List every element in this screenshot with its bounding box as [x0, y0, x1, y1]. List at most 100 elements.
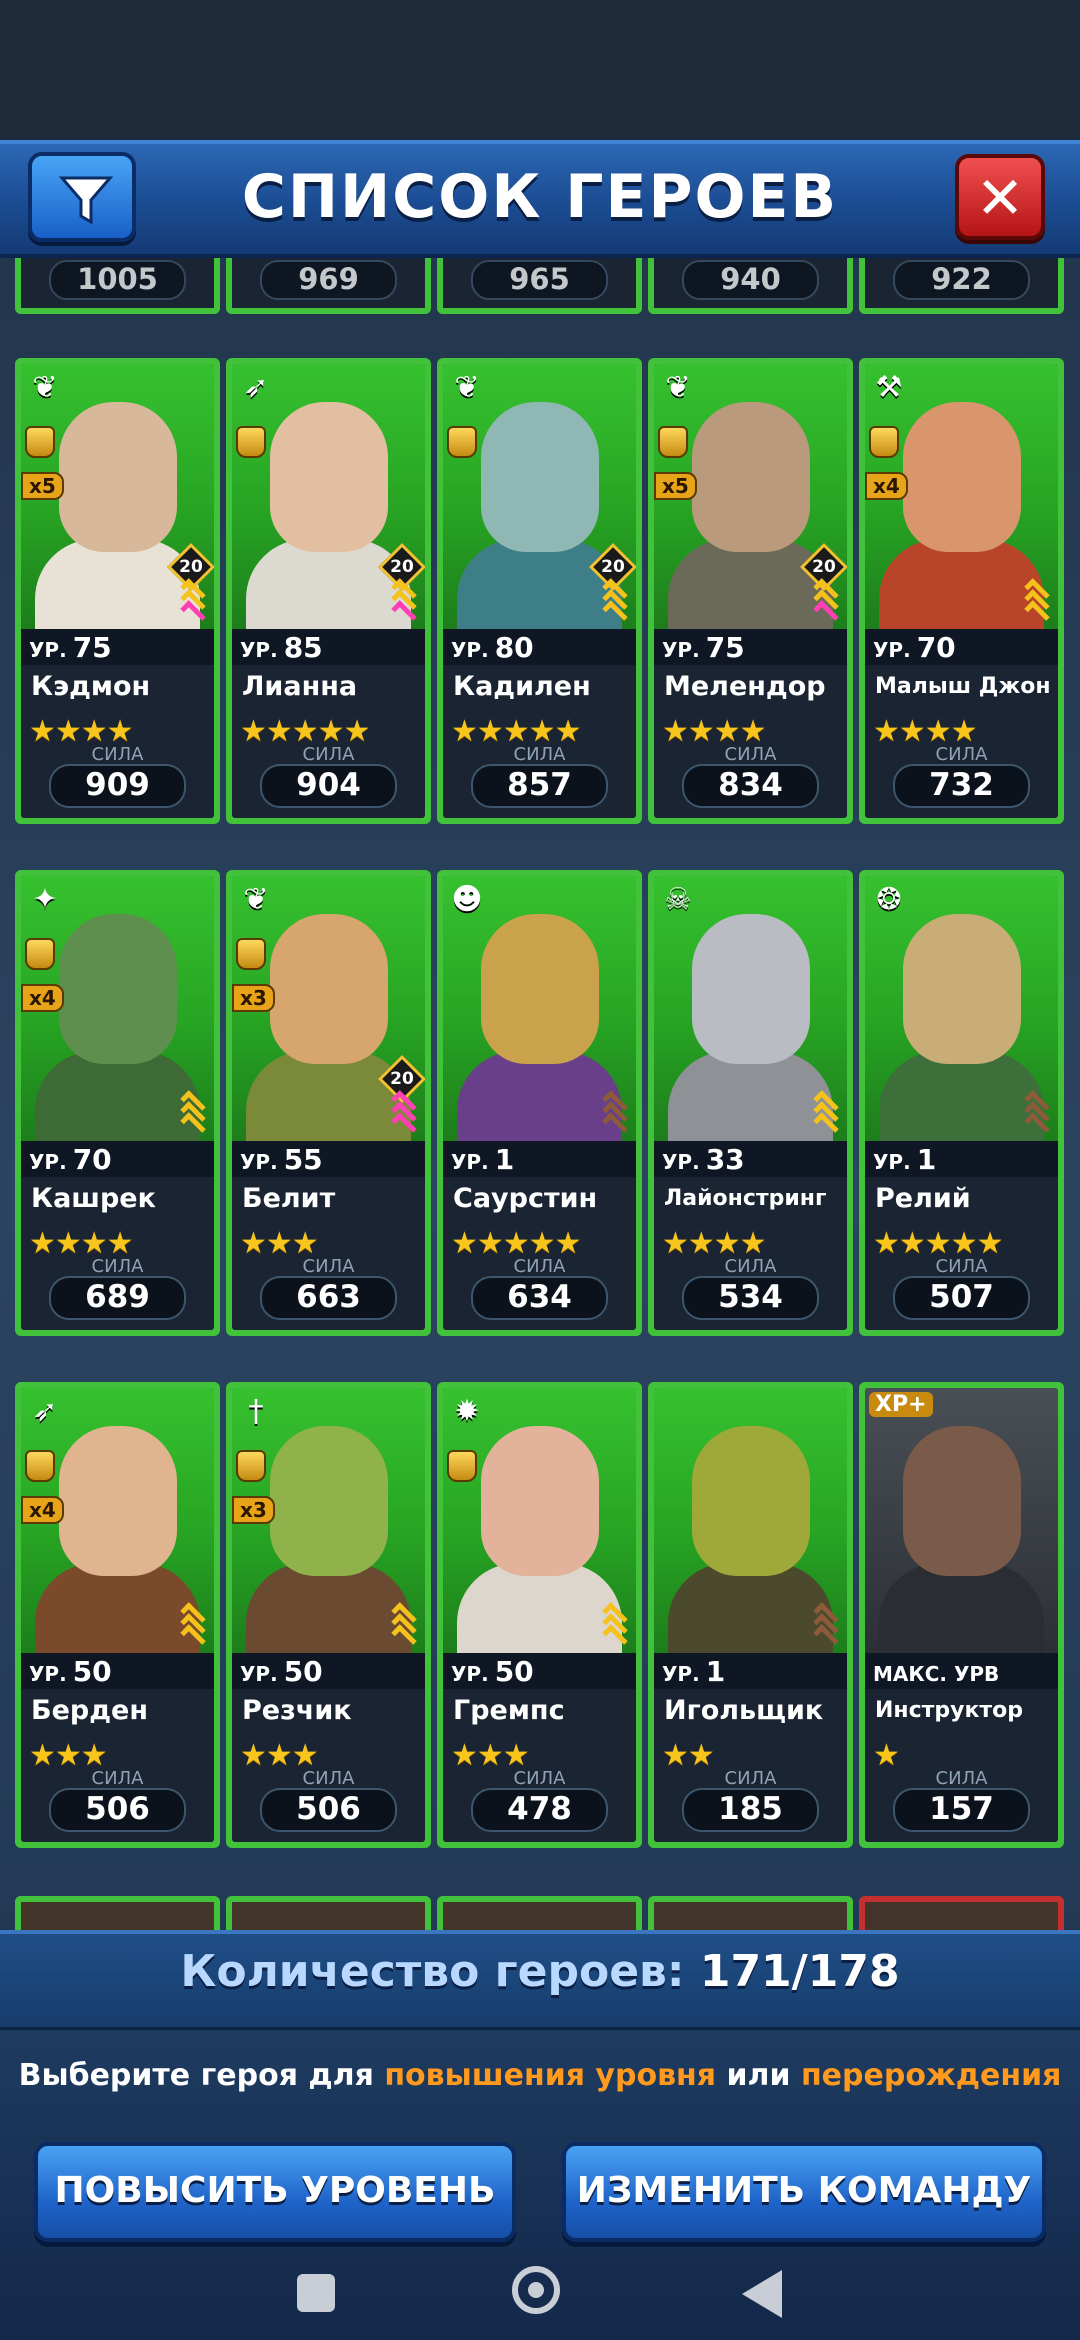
- hero-name: Игольщик: [664, 1695, 824, 1726]
- trophy-icon: [447, 1450, 477, 1482]
- trophy-icon: [236, 938, 266, 970]
- back-icon[interactable]: [742, 2270, 782, 2318]
- level-up-button[interactable]: ПОВЫСИТЬ УРОВЕНЬ: [34, 2142, 516, 2242]
- hero-card[interactable]: ☠ УР. 33 Лайонстринг ★★★★ СИЛА 534: [648, 870, 853, 1336]
- hero-card-partial[interactable]: 940: [648, 258, 853, 314]
- hero-card[interactable]: ❦ 20 УР. 80 Кадилен ★★★★★ СИЛА 857: [437, 358, 642, 824]
- hint-rebirth: перерождения: [800, 2058, 1062, 2093]
- trophy-icon: [236, 426, 266, 458]
- power-label: СИЛА: [91, 744, 144, 765]
- hero-card-partial[interactable]: [648, 1896, 853, 1930]
- hero-power: 857: [471, 764, 608, 808]
- hero-power: 689: [49, 1276, 186, 1320]
- power-label: СИЛА: [935, 1256, 988, 1277]
- trophy-icon: [447, 426, 477, 458]
- hero-name: Кадилен: [453, 671, 591, 702]
- level-value: 75: [705, 631, 745, 664]
- power-label: СИЛА: [91, 1768, 144, 1789]
- recent-apps-icon[interactable]: [297, 2274, 335, 2312]
- hero-face: [481, 1426, 599, 1576]
- level-prefix: УР.: [873, 638, 911, 662]
- hero-card-partial[interactable]: [15, 1896, 220, 1930]
- hero-card-partial[interactable]: [859, 1896, 1064, 1930]
- hero-card-partial[interactable]: 965: [437, 258, 642, 314]
- hero-face: [59, 402, 177, 552]
- level-value: 1: [494, 1143, 515, 1176]
- hero-card-partial[interactable]: 922: [859, 258, 1064, 314]
- hero-card[interactable]: ➶ x4 УР. 50 Берден ★★★ СИЛА 506: [15, 1382, 220, 1848]
- hero-name: Кэдмон: [31, 671, 151, 702]
- multiplier-badge: x4: [21, 1496, 64, 1524]
- hero-name: Лайонстринг: [664, 1186, 827, 1211]
- hero-face: [270, 402, 388, 552]
- hero-face: [692, 914, 810, 1064]
- level-value: 70: [916, 631, 956, 664]
- hero-card[interactable]: ❦ x5 20 УР. 75 Кэдмон ★★★★ СИЛА 909: [15, 358, 220, 824]
- hero-card[interactable]: † x3 УР. 50 Резчик ★★★ СИЛА 506: [226, 1382, 431, 1848]
- level-prefix: УР.: [451, 638, 489, 662]
- hero-face: [59, 914, 177, 1064]
- hero-face: [903, 1426, 1021, 1576]
- change-team-button[interactable]: ИЗМЕНИТЬ КОМАНДУ: [562, 2142, 1046, 2242]
- trophy-icon: [25, 1450, 55, 1482]
- hero-face: [270, 914, 388, 1064]
- gear-level-value: 20: [812, 557, 836, 577]
- close-button[interactable]: ✕: [955, 154, 1045, 240]
- level-prefix: УР.: [662, 638, 700, 662]
- multiplier-badge: x5: [21, 472, 64, 500]
- hero-card[interactable]: УР. 1 Игольщик ★★ СИЛА 185: [648, 1382, 853, 1848]
- xp-tag-icon: XP+: [869, 1392, 933, 1417]
- hero-card[interactable]: ☻ УР. 1 Саурстин ★★★★★ СИЛА 634: [437, 870, 642, 1336]
- level-value: 55: [283, 1143, 323, 1176]
- title-bar: СПИСОК ГЕРОЕВ: [0, 140, 1080, 258]
- hero-face: [270, 1426, 388, 1576]
- hero-card[interactable]: XP+ МАКС. УРВ Инструктор ★ СИЛА 157: [859, 1382, 1064, 1848]
- goblin-icon: ☻: [451, 882, 483, 917]
- close-icon: ✕: [975, 164, 1025, 232]
- hero-card-inner: ✦ x4 УР. 70 Кашрек ★★★★ СИЛА 689: [21, 876, 214, 1330]
- multiplier-badge: x4: [21, 984, 64, 1012]
- level-prefix: УР.: [451, 1150, 489, 1174]
- hero-face: [903, 914, 1021, 1064]
- filter-button[interactable]: [28, 152, 136, 242]
- hero-card-partial[interactable]: [226, 1896, 431, 1930]
- level-prefix: УР.: [451, 1662, 489, 1686]
- hero-face: [59, 1426, 177, 1576]
- hero-card-partial[interactable]: [437, 1896, 642, 1930]
- home-icon[interactable]: [512, 2266, 560, 2314]
- hero-card-inner: ✹ УР. 50 Гремпс ★★★ СИЛА 478: [443, 1388, 636, 1842]
- hero-list[interactable]: 1005 969 965 940 922 ❦ x5 20 УР. 75 Кэдмон ★★★★ СИЛ…: [0, 258, 1080, 1930]
- skull-icon: ☠: [664, 882, 692, 917]
- hero-name: Малыш Джон: [875, 674, 1051, 699]
- hero-card-partial[interactable]: 969: [226, 258, 431, 314]
- hero-card[interactable]: ✹ УР. 50 Гремпс ★★★ СИЛА 478: [437, 1382, 642, 1848]
- hero-card-inner: ❦ 20 УР. 80 Кадилен ★★★★★ СИЛА 857: [443, 364, 636, 818]
- hero-card[interactable]: ❦ x5 20 УР. 75 Мелендор ★★★★ СИЛА 834: [648, 358, 853, 824]
- hero-card-inner: ❦ x5 20 УР. 75 Мелендор ★★★★ СИЛА 834: [654, 364, 847, 818]
- hero-card[interactable]: ➶ 20 УР. 85 Лианна ★★★★★ СИЛА 904: [226, 358, 431, 824]
- hero-name: Белит: [242, 1183, 336, 1214]
- hero-card-partial[interactable]: 1005: [15, 258, 220, 314]
- power-label: СИЛА: [302, 1256, 355, 1277]
- power-label: СИЛА: [302, 744, 355, 765]
- hero-card[interactable]: ❦ x3 20 УР. 55 Белит ★★★ СИЛА 663: [226, 870, 431, 1336]
- hero-card-inner: ❦ x3 20 УР. 55 Белит ★★★ СИЛА 663: [232, 876, 425, 1330]
- power-label: СИЛА: [724, 1768, 777, 1789]
- status-bar: [0, 0, 1080, 140]
- axe-icon: ⚒: [875, 370, 903, 405]
- hero-count-value: 171/178: [699, 1946, 900, 1997]
- multiplier-badge: x3: [232, 1496, 275, 1524]
- bow-icon: ➶: [32, 1394, 58, 1429]
- sun-icon: ✹: [454, 1394, 480, 1429]
- hero-card[interactable]: ✦ x4 УР. 70 Кашрек ★★★★ СИЛА 689: [15, 870, 220, 1336]
- level-value: 33: [705, 1143, 745, 1176]
- level-value: 1: [705, 1655, 726, 1688]
- hero-level: УР. 33: [662, 1141, 745, 1181]
- hero-card[interactable]: ⚒ x4 УР. 70 Малыш Джон ★★★★ СИЛА 732: [859, 358, 1064, 824]
- power-label: СИЛА: [724, 1256, 777, 1277]
- owl-icon: ❂: [876, 882, 902, 917]
- power-label: СИЛА: [513, 1768, 566, 1789]
- hero-card[interactable]: ❂ УР. 1 Релий ★★★★★ СИЛА 507: [859, 870, 1064, 1336]
- hero-card-inner: ❂ УР. 1 Релий ★★★★★ СИЛА 507: [865, 876, 1058, 1330]
- hero-level: УР. 70: [29, 1141, 112, 1181]
